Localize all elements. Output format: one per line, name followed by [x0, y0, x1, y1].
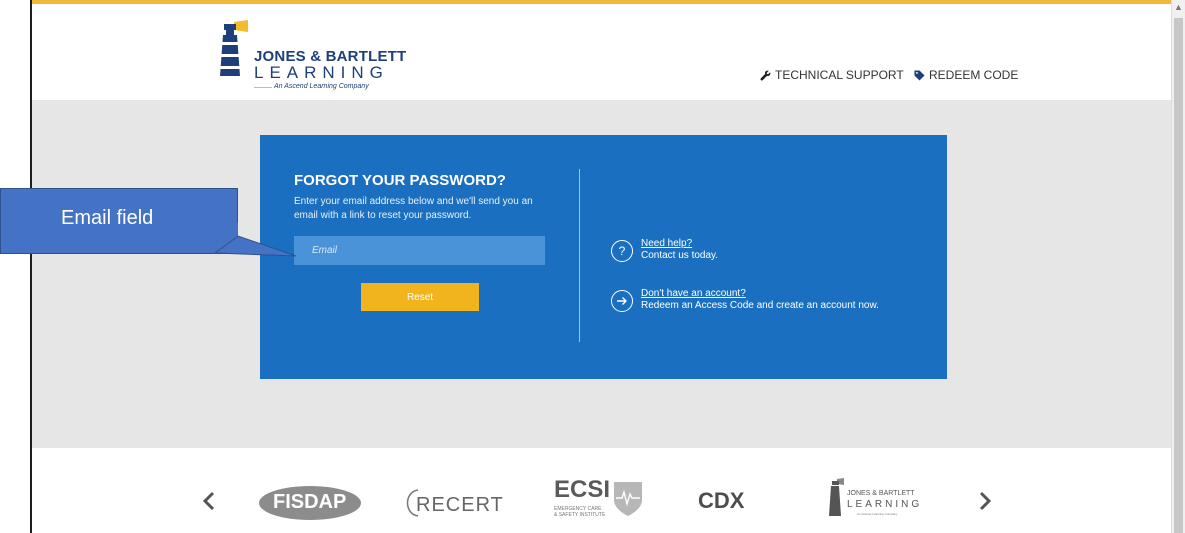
jbl-footer-line2: LEARNING: [847, 499, 923, 510]
redeem-code-label: REDEEM CODE: [929, 68, 1019, 82]
reset-button[interactable]: Reset: [361, 283, 479, 311]
email-field[interactable]: [294, 236, 545, 265]
no-account-link[interactable]: Don't have an account?: [641, 288, 879, 300]
jbl-footer-logo[interactable]: JONES & BARTLETT LEARNING An Ascend Lear…: [827, 478, 919, 523]
page-title: FORGOT YOUR PASSWORD?: [294, 172, 506, 189]
ecsi-label: ECSI: [554, 476, 611, 503]
carousel-prev-button[interactable]: [202, 486, 216, 518]
cdx-label: CDX: [698, 488, 745, 513]
callout-label: Email field: [61, 207, 154, 229]
fisdap-label: FISDAP: [273, 491, 347, 513]
scroll-up-arrow-icon[interactable]: ▲: [1172, 2, 1185, 12]
need-help-link[interactable]: Need help?: [641, 238, 718, 250]
need-help-text: Contact us today.: [641, 250, 719, 261]
question-circle-icon: ?: [611, 240, 633, 262]
recert-label: RECERT: [416, 494, 504, 516]
technical-support-label: TECHNICAL SUPPORT: [775, 68, 904, 82]
panel-divider: [579, 169, 580, 342]
recert-logo[interactable]: RECERT: [404, 486, 504, 525]
carousel-next-button[interactable]: [978, 486, 992, 518]
ecsi-sub2: & SAFETY INSTITUTE: [554, 512, 606, 518]
scrollbar-thumb[interactable]: [1174, 18, 1183, 533]
jbl-footer-tagline: An Ascend Learning Company: [857, 512, 898, 516]
jbl-footer-line1: JONES & BARTLETT: [847, 490, 915, 497]
no-account-row: Don't have an account? Redeem an Access …: [611, 288, 879, 312]
redeem-code-link[interactable]: REDEEM CODE: [914, 68, 1018, 82]
ecsi-shield-icon: [614, 482, 642, 516]
callout-pointer: [208, 222, 297, 257]
vertical-scrollbar[interactable]: ▲: [1171, 0, 1185, 533]
lighthouse-small-icon: [829, 478, 844, 516]
chevron-right-icon: [979, 491, 992, 511]
need-help-row: ? Need help? Contact us today.: [611, 238, 718, 262]
tag-icon: [914, 69, 925, 81]
fisdap-logo[interactable]: FISDAP: [258, 485, 362, 526]
technical-support-link[interactable]: TECHNICAL SUPPORT: [760, 68, 904, 82]
form-description: Enter your email address below and we'll…: [294, 196, 533, 221]
forgot-password-panel: FORGOT YOUR PASSWORD? Enter your email a…: [260, 135, 947, 379]
no-account-text: Redeem an Access Code and create an acco…: [641, 300, 879, 311]
arrow-circle-icon: [611, 290, 633, 312]
chevron-left-icon: [202, 491, 215, 511]
partner-carousel: FISDAP RECERT ECSI EMERGENCY CARE & SAFE…: [32, 448, 1171, 533]
wrench-icon: [760, 70, 771, 81]
